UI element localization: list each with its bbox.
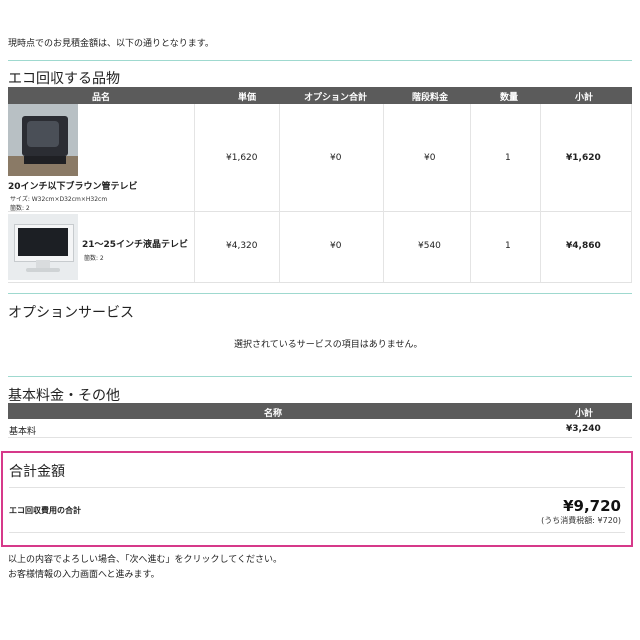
item-stairs-fee: ¥0 [424,153,436,163]
section-divider [8,293,632,294]
item-qty: 1 [505,241,511,251]
footer-line-1: 以上の内容でよろしい場合、「次へ進む」をクリックしてください。 [8,555,282,565]
item-size: サイズ: W32cm×D32cm×H32cm [10,196,108,203]
item-name: 21〜25インチ液晶テレビ [82,240,189,250]
total-label: エコ回収費用の合計 [9,506,81,515]
item-subtotal: ¥4,860 [566,241,601,251]
item-qty: 1 [505,153,511,163]
col-unit-price-header: 単価 [238,93,257,103]
col-subtotal-header: 小計 [575,409,594,419]
basic-fee-name: 基本料 [9,427,37,437]
section-divider [8,376,632,377]
item-option-total: ¥0 [330,241,342,251]
row-divider [8,437,632,438]
item-unit-price: ¥1,620 [226,153,258,163]
basic-table-header: 名称 小計 [8,403,632,419]
footer-line-2: お客様情報の入力画面へと進みます。 [8,570,160,580]
col-subtotal-header: 小計 [575,93,594,103]
basic-fee-subtotal: ¥3,240 [566,424,601,434]
crt-tv-image [8,104,78,176]
col-name-header: 品名 [92,93,111,103]
column-divider [279,104,280,282]
item-stairs-fee: ¥540 [418,241,441,251]
item-subtotal: ¥1,620 [566,153,601,163]
basic-section-title: 基本料金・その他 [8,388,120,404]
lcd-tv-image [8,214,78,280]
column-divider [540,104,541,282]
total-amount: ¥9,720 [563,497,621,515]
options-section-title: オプションサービス [8,305,134,321]
item-count: 箇数: 2 [84,255,104,262]
tax-note: (うち消費税額: ¥720) [541,516,621,525]
total-section-title: 合計金額 [9,464,65,480]
column-divider [631,104,632,282]
item-option-total: ¥0 [330,153,342,163]
row-divider [8,282,632,283]
item-unit-price: ¥4,320 [226,241,258,251]
item-name: 20インチ以下ブラウン管テレビ [8,182,138,192]
eco-table-header: 品名 単価 オプション合計 階段料金 数量 小計 [8,87,632,104]
col-name-header: 名称 [264,409,283,419]
col-stairs-fee-header: 階段料金 [412,93,449,103]
total-box: 合計金額 エコ回収費用の合計 ¥9,720 (うち消費税額: ¥720) [1,451,633,547]
column-divider [194,104,195,282]
column-divider [470,104,471,282]
options-empty-message: 選択されているサービスの項目はありません。 [234,340,423,350]
intro-text: 現時点でのお見積金額は、以下の通りとなります。 [8,39,214,49]
eco-section-title: エコ回収する品物 [8,71,120,87]
row-divider [8,211,632,212]
section-divider [8,60,632,61]
col-option-total-header: オプション合計 [304,93,368,103]
column-divider [383,104,384,282]
row-divider [9,487,625,488]
row-divider [9,532,625,533]
col-qty-header: 数量 [500,93,519,103]
